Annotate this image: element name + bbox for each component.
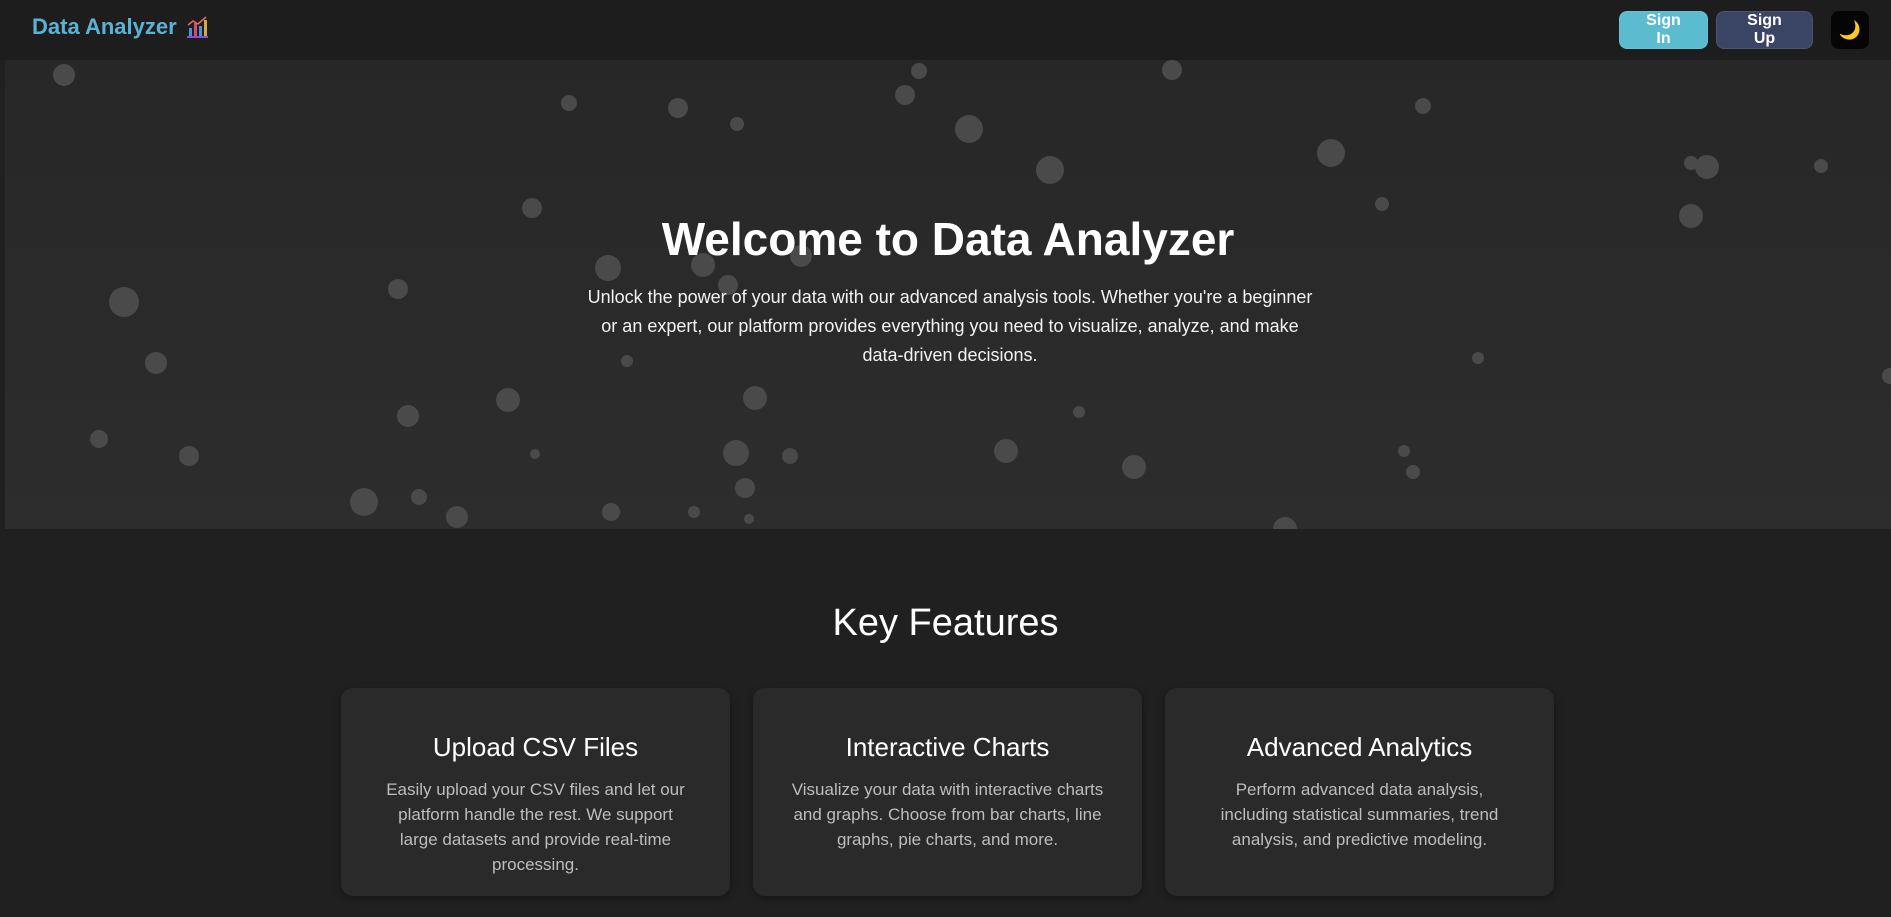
background-dot [411, 489, 427, 505]
feature-card-interactive-charts: Interactive Charts Visualize your data w… [753, 688, 1142, 896]
feature-card-title: Upload CSV Files [432, 732, 639, 762]
brand-name: Data Analyzer [32, 14, 177, 39]
theme-toggle-button[interactable]: 🌙 [1831, 11, 1869, 49]
background-dot [1882, 368, 1891, 384]
background-dot [397, 405, 419, 427]
feature-card-title: Interactive Charts [845, 732, 1050, 762]
hero-title: Welcome to Data Analyzer [661, 213, 1235, 265]
background-dot [530, 449, 540, 459]
bar-chart-icon [185, 15, 209, 39]
sign-up-button[interactable]: Sign Up [1716, 11, 1813, 49]
background-dot [911, 63, 927, 79]
hero-description: Unlock the power of your data with our a… [587, 287, 1313, 365]
feature-card-title: Advanced Analytics [1246, 732, 1473, 762]
hero-section: Welcome to Data Analyzer Unlock the powe… [5, 60, 1891, 529]
background-dot [1415, 98, 1431, 114]
background-dot [1814, 159, 1828, 173]
background-dot [1073, 406, 1085, 418]
feature-card-text: Perform advanced data analysis, includin… [1220, 780, 1499, 849]
background-dot [145, 352, 167, 374]
background-dot [1375, 197, 1389, 211]
background-dot [1317, 139, 1345, 167]
background-dot [350, 488, 378, 516]
background-dot [1695, 155, 1719, 179]
features-title: Key Features [832, 602, 1059, 644]
background-dot [53, 64, 75, 86]
background-dot [994, 439, 1018, 463]
background-dot [109, 287, 139, 317]
background-dot [688, 506, 700, 518]
background-dot [90, 430, 108, 448]
background-dot [735, 478, 755, 498]
background-dot [179, 446, 199, 466]
background-dot [446, 506, 468, 528]
background-dot [1162, 60, 1182, 80]
background-dot [1122, 455, 1146, 479]
background-dot [730, 117, 744, 131]
navbar: Data Analyzer Sign In Sign Up 🌙 [0, 0, 1891, 60]
background-dot [1472, 352, 1484, 364]
brand-logo[interactable]: Data Analyzer [32, 14, 209, 40]
background-dot [1273, 517, 1297, 529]
feature-card-text: Easily upload your CSV files and let our… [386, 780, 685, 874]
moon-icon: 🌙 [1838, 19, 1862, 40]
background-dot [1036, 156, 1064, 184]
background-dot [1398, 445, 1410, 457]
feature-card-upload-csv: Upload CSV Files Easily upload your CSV … [341, 688, 730, 896]
nav-actions: Sign In Sign Up 🌙 [1619, 11, 1869, 49]
background-dot [668, 98, 688, 118]
sign-in-button[interactable]: Sign In [1619, 11, 1708, 49]
background-dot [496, 388, 520, 412]
background-dot [782, 448, 798, 464]
background-dot [744, 514, 754, 524]
background-dot [1406, 465, 1420, 479]
feature-card-advanced-analytics: Advanced Analytics Perform advanced data… [1165, 688, 1554, 896]
background-dot [895, 85, 915, 105]
feature-card-text: Visualize your data with interactive cha… [791, 780, 1104, 849]
background-dot [723, 440, 749, 466]
background-dot [561, 95, 577, 111]
background-dot [602, 503, 620, 521]
background-dot [743, 386, 767, 410]
background-dot [955, 115, 983, 143]
background-dot [388, 279, 408, 299]
